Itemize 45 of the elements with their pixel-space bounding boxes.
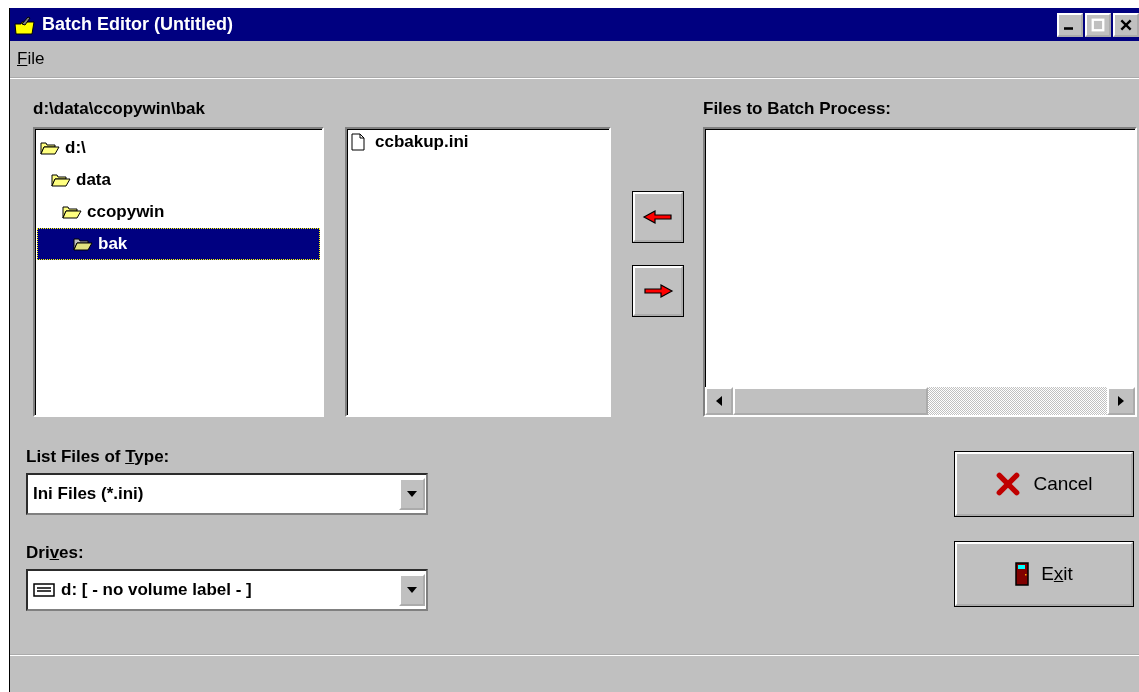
- folder-icon: [51, 173, 71, 187]
- right-arrow-icon: [642, 281, 674, 301]
- minimize-button[interactable]: [1057, 12, 1083, 37]
- door-icon: [1015, 562, 1030, 586]
- add-button[interactable]: [633, 266, 683, 316]
- folder-item[interactable]: ccopywin: [37, 196, 320, 228]
- left-arrow-icon: [642, 207, 674, 227]
- close-button[interactable]: [1113, 12, 1139, 37]
- folder-icon: [14, 14, 36, 35]
- folder-name: d:\: [65, 138, 86, 158]
- horizontal-scrollbar[interactable]: [705, 387, 1135, 415]
- cross-icon: [995, 471, 1022, 497]
- document-icon: [351, 133, 365, 151]
- folder-item[interactable]: d:\: [37, 132, 320, 164]
- batch-list-label: Files to Batch Process:: [703, 99, 892, 120]
- folder-name: ccopywin: [87, 202, 165, 222]
- folder-icon: [73, 237, 93, 251]
- drive-icon: [33, 583, 55, 597]
- scroll-right-button[interactable]: [1107, 387, 1135, 415]
- minimize-icon: [1064, 27, 1073, 30]
- folder-item[interactable]: data: [37, 164, 320, 196]
- drives-dropdown[interactable]: d: [ - no volume label - ]: [26, 569, 428, 611]
- folder-icon: [40, 141, 60, 155]
- folder-icon: [62, 205, 82, 219]
- cancel-button[interactable]: Cancel: [955, 452, 1133, 516]
- scroll-left-button[interactable]: [705, 387, 733, 415]
- close-icon: [1119, 17, 1133, 32]
- left-triangle-icon: [715, 396, 723, 406]
- maximize-icon: [1091, 17, 1105, 32]
- folder-name: bak: [98, 234, 128, 254]
- path-label: d:\data\ccopywin\bak: [33, 99, 206, 120]
- remove-button[interactable]: [633, 192, 683, 242]
- menu-item[interactable]: File: [13, 47, 49, 71]
- window-title: Batch Editor (Untitled): [42, 14, 234, 35]
- maximize-button[interactable]: [1085, 12, 1111, 37]
- folder-item[interactable]: bak: [37, 228, 320, 260]
- exit-button[interactable]: Exit: [955, 542, 1133, 606]
- drives-label: Drives:: [26, 543, 85, 564]
- file-list-entry[interactable]: ccbakup.ini: [351, 132, 605, 152]
- file-type-label: List Files of Type:: [26, 447, 171, 468]
- scrollbar-thumb[interactable]: [733, 387, 928, 415]
- file-name: ccbakup.ini: [375, 132, 469, 152]
- folder-name: data: [76, 170, 111, 190]
- file-type-dropdown[interactable]: Ini Files (*.ini): [26, 473, 428, 515]
- right-triangle-icon: [1117, 396, 1125, 406]
